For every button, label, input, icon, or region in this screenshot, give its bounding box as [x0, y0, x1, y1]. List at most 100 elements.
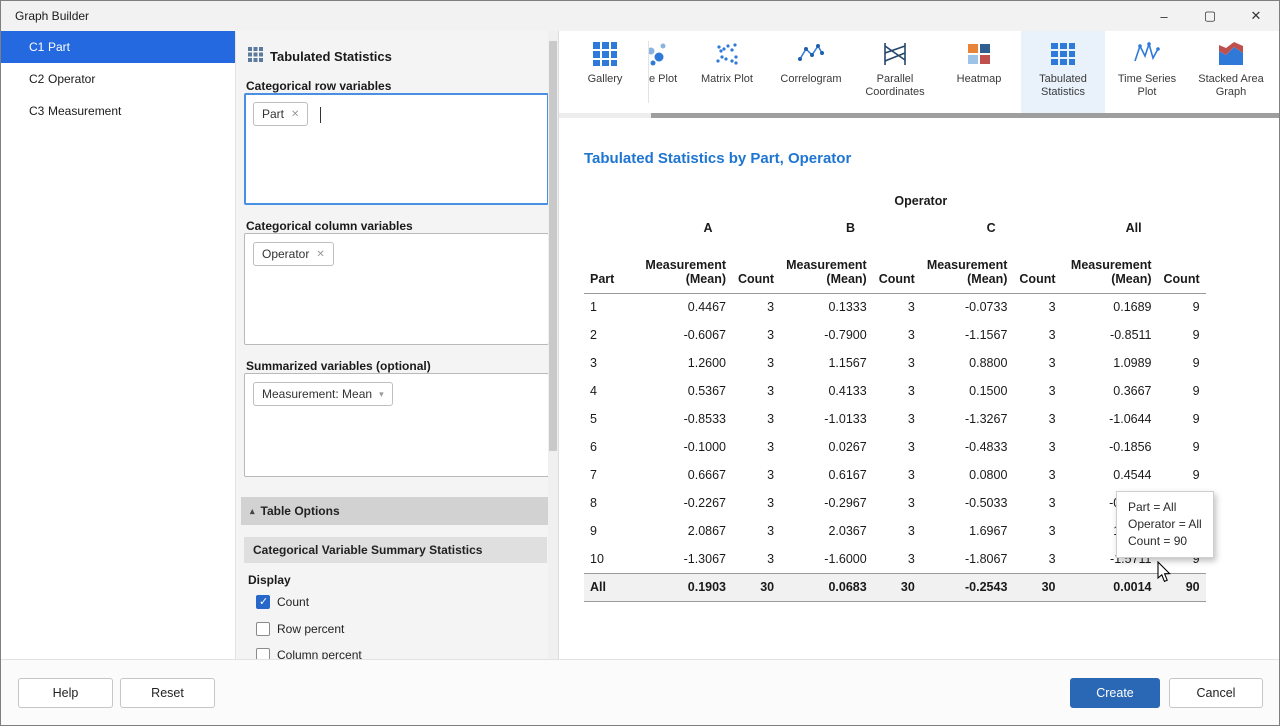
cell: 10: [584, 545, 636, 573]
cell: -1.0644: [1062, 405, 1158, 433]
chip-label: Part: [262, 107, 284, 121]
panel-scrollbar-thumb[interactable]: [549, 41, 557, 451]
remove-chip-icon[interactable]: ✕: [291, 109, 299, 120]
column-name: Part: [48, 40, 70, 54]
checkbox-row-column-percent[interactable]: Column percent: [256, 646, 362, 659]
matrix-plot-icon: [714, 41, 740, 69]
cell: 3: [873, 517, 921, 545]
gallery-item-label: Heatmap: [939, 73, 1019, 86]
cell: 3: [1013, 321, 1061, 349]
checkbox-row-count[interactable]: Count: [256, 593, 309, 611]
gallery-item-heatmap[interactable]: Heatmap: [937, 31, 1021, 113]
cancel-button[interactable]: Cancel: [1169, 678, 1263, 708]
table-options-header[interactable]: ▴ Table Options: [241, 497, 549, 525]
cell: 3: [1013, 349, 1061, 377]
column-variables-box[interactable]: Operator ✕: [244, 233, 549, 345]
cell: 0.6167: [780, 461, 873, 489]
gallery-item-label: Matrix Plot: [687, 73, 767, 86]
mean-header: Measurement(Mean): [1062, 243, 1158, 293]
gallery-grid-icon: [592, 41, 618, 69]
gallery-item-label: Parallel Coordinates: [855, 73, 935, 99]
gallery-item-gallery[interactable]: Gallery: [563, 31, 647, 113]
parallel-coordinates-icon: [882, 41, 908, 69]
cell: -0.4833: [921, 433, 1014, 461]
close-button[interactable]: ✕: [1233, 1, 1279, 31]
summarized-variables-box[interactable]: Measurement: Mean ▾: [244, 373, 549, 477]
variable-chip-part[interactable]: Part ✕: [253, 102, 308, 126]
variable-chip-operator[interactable]: Operator ✕: [253, 242, 334, 266]
row-variables-label: Categorical row variables: [246, 79, 391, 93]
cell: 1.0989: [1062, 349, 1158, 377]
cell: 3: [1013, 545, 1061, 573]
tooltip-line: Count = 90: [1128, 533, 1202, 550]
gallery-item-tabulated-statistics[interactable]: Tabulated Statistics: [1021, 31, 1105, 113]
count-checkbox[interactable]: [256, 595, 270, 609]
gallery-scrollbar[interactable]: [559, 113, 1279, 118]
column-id: C3: [1, 104, 48, 118]
cell: 2.0867: [636, 517, 732, 545]
cell: 3: [873, 349, 921, 377]
operator-span-header: Operator: [636, 189, 1206, 213]
cell: 0.0267: [780, 433, 873, 461]
minimize-button[interactable]: –: [1141, 1, 1187, 31]
window-title: Graph Builder: [1, 9, 89, 23]
tooltip-line: Part = All: [1128, 499, 1202, 516]
cell: 3: [873, 461, 921, 489]
group-header-a: A: [636, 213, 780, 243]
cell: 3: [1013, 433, 1061, 461]
gallery-item-stacked-area-graph[interactable]: Stacked Area Graph: [1189, 31, 1273, 113]
cell: 1.6967: [921, 517, 1014, 545]
group-header-b: B: [780, 213, 921, 243]
sidebar-item-measurement[interactable]: C3 Measurement: [1, 95, 235, 127]
create-button[interactable]: Create: [1070, 678, 1160, 708]
cell: 3: [873, 489, 921, 517]
gallery-item-parallel-coordinates[interactable]: Parallel Coordinates: [853, 31, 937, 113]
builder-panel: Tabulated Statistics Categorical row var…: [236, 31, 559, 659]
remove-chip-icon[interactable]: ✕: [316, 249, 324, 260]
table-row: 10 -1.3067 3 -1.6000 3 -1.8067 3 -1.5711…: [584, 545, 1206, 573]
gallery-item-time-series-plot[interactable]: Time Series Plot: [1105, 31, 1189, 113]
display-label: Display: [248, 573, 291, 587]
cell: 30: [732, 573, 780, 601]
chevron-down-icon[interactable]: ▾: [379, 389, 384, 400]
sidebar-item-part[interactable]: C1 Part: [1, 31, 235, 63]
table-row: 2 -0.6067 3 -0.7900 3 -1.1567 3 -0.8511 …: [584, 321, 1206, 349]
table-row: 8 -0.2267 3 -0.2967 3 -0.5033 3 -0.3422 …: [584, 489, 1206, 517]
gallery-item-correlogram[interactable]: Correlogram: [769, 31, 853, 113]
count-header: Count: [732, 243, 780, 293]
chip-label: Measurement: Mean: [262, 387, 372, 401]
group-header-c: C: [921, 213, 1062, 243]
cell: 0.0683: [780, 573, 873, 601]
group-header-all: All: [1062, 213, 1206, 243]
cell: -0.0733: [921, 293, 1014, 321]
window-controls: – ▢ ✕: [1141, 1, 1279, 31]
checkbox-row-row-percent[interactable]: Row percent: [256, 620, 344, 638]
cell: 9: [584, 517, 636, 545]
column-percent-checkbox[interactable]: [256, 648, 270, 659]
gallery-item-matrix-plot[interactable]: Matrix Plot: [685, 31, 769, 113]
gallery-scrollbar-thumb[interactable]: [651, 113, 1279, 118]
gallery-item-label: e Plot: [649, 73, 677, 86]
cell: 9: [1158, 349, 1206, 377]
tabulated-statistics-table[interactable]: Operator A B C All Part Measurement(Mean…: [584, 189, 1206, 602]
maximize-button[interactable]: ▢: [1187, 1, 1233, 31]
scatter-plot-icon: [649, 41, 675, 69]
sidebar-item-operator[interactable]: C2 Operator: [1, 63, 235, 95]
row-variables-box[interactable]: Part ✕: [244, 93, 549, 205]
spacer-cell: [584, 213, 636, 243]
gallery-item-label: Correlogram: [771, 73, 851, 86]
cell: 0.0800: [921, 461, 1014, 489]
cell: 3: [873, 293, 921, 321]
gallery-item-partial-plot[interactable]: e Plot: [649, 31, 685, 113]
cell: -0.2543: [921, 573, 1014, 601]
cell: 2.0367: [780, 517, 873, 545]
mouse-cursor: [1157, 561, 1174, 587]
reset-button[interactable]: Reset: [120, 678, 215, 708]
mean-header: Measurement(Mean): [636, 243, 732, 293]
summarized-chip-measurement-mean[interactable]: Measurement: Mean ▾: [253, 382, 393, 406]
panel-scrollbar[interactable]: [548, 31, 558, 659]
cell: 3: [1013, 489, 1061, 517]
cell: -1.8067: [921, 545, 1014, 573]
help-button[interactable]: Help: [18, 678, 113, 708]
row-percent-checkbox[interactable]: [256, 622, 270, 636]
